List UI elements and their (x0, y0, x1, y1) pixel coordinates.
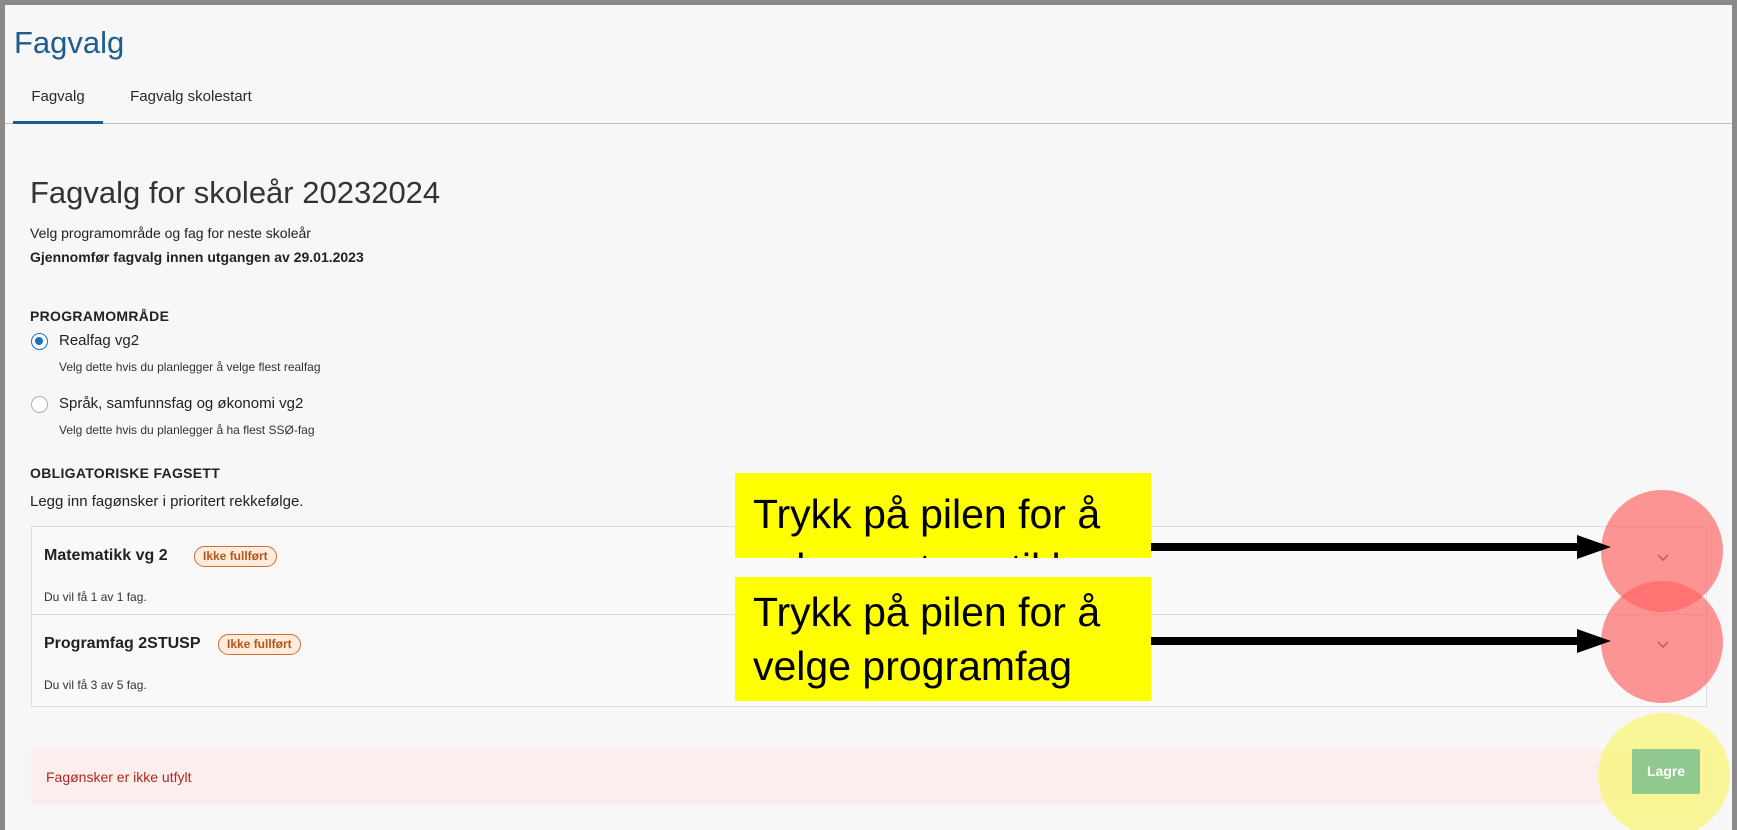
tab-fagvalg-skolestart[interactable]: Fagvalg skolestart (121, 80, 261, 124)
tab-bar: Fagvalg Fagvalg skolestart (5, 80, 1732, 124)
fagsett-title-matematikk: Matematikk vg 2 (44, 547, 168, 564)
radio-ssø[interactable] (31, 396, 48, 413)
callout-line: velge matematikk (753, 541, 1151, 558)
error-text: Fagønsker er ikke utfylt (46, 769, 192, 785)
callout-line: Trykk på pilen for å (753, 491, 1101, 537)
status-badge: Ikke fullført (194, 546, 277, 567)
fagsett-desc-matematikk: Du vil få 1 av 1 fag. (44, 590, 147, 604)
arrow-icon (1151, 535, 1611, 559)
radio-ssø-label[interactable]: Språk, samfunnsfag og økonomi vg2 (59, 395, 303, 412)
callout-line: velge programfag (753, 643, 1073, 689)
status-badge: Ikke fullført (218, 634, 301, 655)
app-title: Fagvalg (14, 25, 125, 60)
radio-realfag-label[interactable]: Realfag vg2 (59, 332, 139, 349)
callout-line: Trykk på pilen for å (753, 589, 1101, 635)
app-frame: Fagvalg Fagvalg Fagvalg skolestart Fagva… (5, 5, 1732, 830)
obligatoriske-fagsett-label: OBLIGATORISKE FAGSETT (30, 465, 221, 481)
programomrade-label: PROGRAMOMRÅDE (30, 308, 170, 324)
page-title: Fagvalg for skoleår 20232024 (30, 175, 441, 210)
error-bar: Fagønsker er ikke utfylt (31, 749, 1707, 805)
deadline-text: Gjennomfør fagvalg innen utgangen av 29.… (30, 249, 364, 265)
save-button[interactable]: Lagre (1632, 749, 1700, 794)
arrow-icon (1151, 629, 1611, 653)
radio-realfag-desc: Velg dette hvis du planlegger å velge fl… (59, 360, 321, 374)
page-subtitle: Velg programområde og fag for neste skol… (30, 225, 311, 241)
radio-realfag[interactable] (31, 333, 48, 350)
radio-ssø-desc: Velg dette hvis du planlegger å ha flest… (59, 423, 315, 437)
instruction-text: Legg inn fagønsker i prioritert rekkeføl… (30, 493, 304, 510)
callout-matematikk: Trykk på pilen for å velge matematikk (735, 473, 1151, 558)
fagsett-title-programfag: Programfag 2STUSP (44, 635, 201, 652)
callout-programfag: Trykk på pilen for å velge programfag (735, 577, 1151, 701)
highlight-circle (1601, 581, 1723, 703)
tab-fagvalg[interactable]: Fagvalg (13, 80, 103, 124)
fagsett-desc-programfag: Du vil få 3 av 5 fag. (44, 678, 147, 692)
